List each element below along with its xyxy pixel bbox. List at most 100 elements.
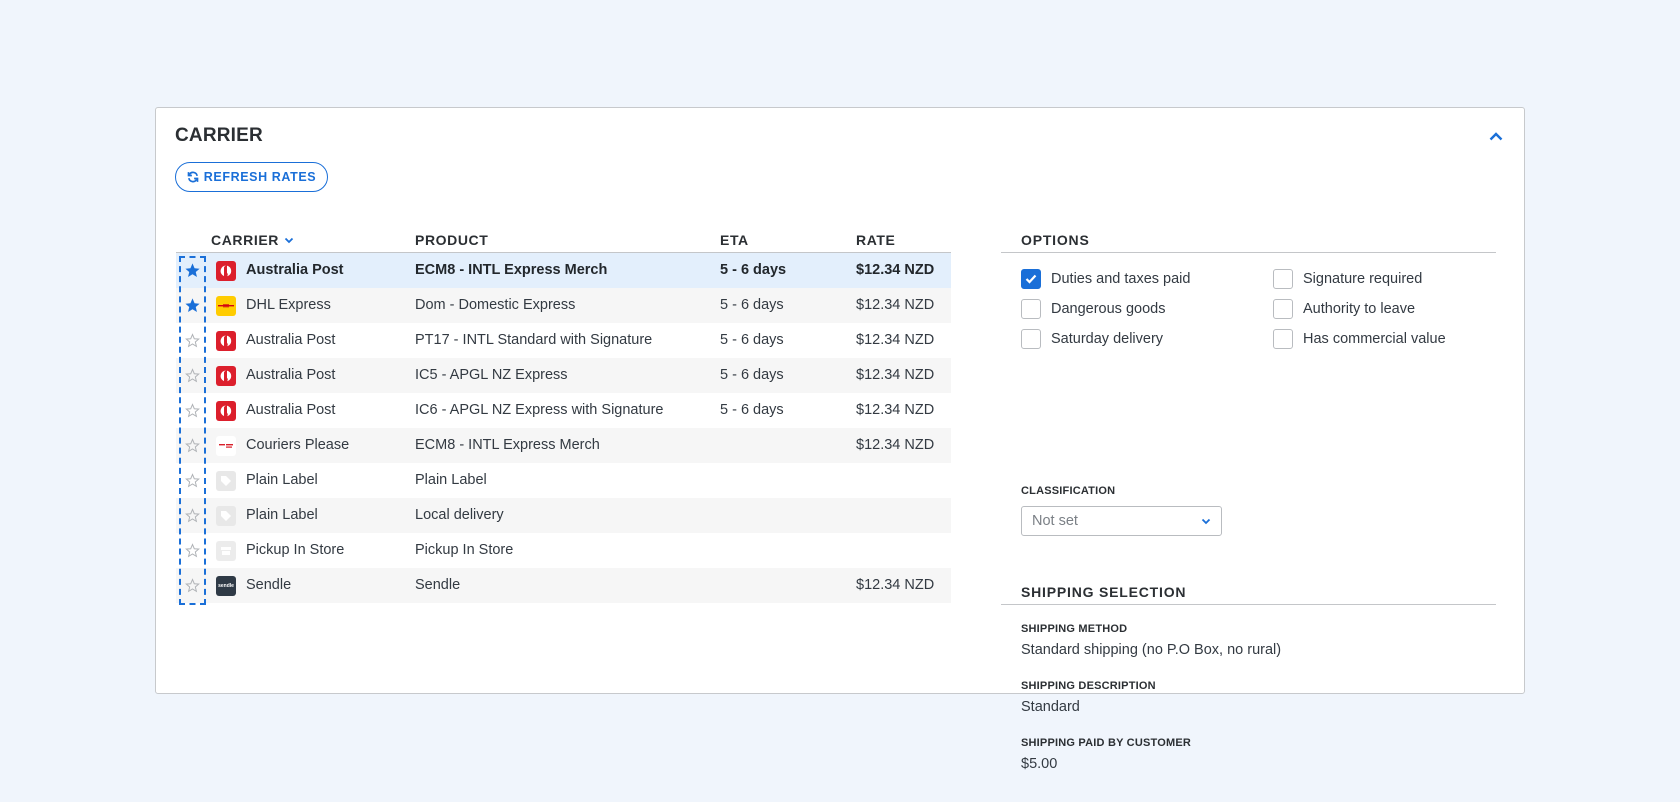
shipping-method-value: Standard shipping (no P.O Box, no rural)	[1021, 642, 1282, 658]
table-row[interactable]: Couriers Please ECM8 - INTL Express Merch…	[176, 428, 951, 463]
checkbox-unchecked-icon[interactable]	[1273, 329, 1293, 349]
table-row[interactable]: Plain Label Local delivery	[176, 498, 951, 533]
checkbox-checked-icon[interactable]	[1021, 269, 1041, 289]
chevron-down-icon	[1201, 518, 1211, 524]
refresh-rates-label: REFRESH RATES	[203, 170, 317, 184]
carrier-name: Australia Post	[246, 367, 336, 383]
australia-post-logo-icon	[216, 366, 236, 386]
shipping-description-label: SHIPPING DESCRIPTION	[1021, 680, 1156, 692]
classification-select[interactable]: Not set	[1021, 506, 1222, 536]
star-filled-icon[interactable]	[184, 262, 201, 279]
chevron-up-icon	[1489, 131, 1503, 140]
table-row[interactable]: Plain Label Plain Label	[176, 463, 951, 498]
option-label: Signature required	[1303, 271, 1423, 287]
column-header-carrier-label: CARRIER	[211, 232, 279, 248]
checkbox-unchecked-icon[interactable]	[1021, 329, 1041, 349]
option-label: Saturday delivery	[1051, 331, 1164, 347]
eta-value: 5 - 6 days	[720, 367, 784, 383]
product-name: Dom - Domestic Express	[415, 297, 576, 313]
card-title: CARRIER	[175, 125, 263, 146]
star-outline-icon[interactable]	[184, 402, 201, 419]
shipping-selection-title: SHIPPING SELECTION	[1021, 584, 1187, 600]
table-row[interactable]: Australia Post IC6 - APGL NZ Express with…	[176, 393, 951, 428]
table-row[interactable]: sendle Sendle Sendle $12.34 NZD	[176, 568, 951, 603]
shipping-method-label: SHIPPING METHOD	[1021, 623, 1128, 635]
shipping-description-value: Standard	[1021, 699, 1080, 715]
couriers-please-logo-icon	[216, 436, 236, 456]
shipping-selection-heading: SHIPPING SELECTION	[1001, 572, 1496, 605]
classification-value: Not set	[1032, 513, 1078, 529]
shipping-paid-label: SHIPPING PAID BY CUSTOMER	[1021, 737, 1192, 749]
checkbox-unchecked-icon[interactable]	[1273, 269, 1293, 289]
checkbox-unchecked-icon[interactable]	[1273, 299, 1293, 319]
carrier-name: Couriers Please	[246, 437, 350, 453]
table-header: CARRIER PRODUCT ETA RATE	[176, 220, 951, 253]
shipping-paid-field: SHIPPING PAID BY CUSTOMER $5.00	[1021, 737, 1191, 772]
option-checkbox-signature-required[interactable]: Signature required	[1273, 269, 1422, 289]
dhl-logo-icon	[216, 296, 236, 316]
option-checkbox-authority-to-leave[interactable]: Authority to leave	[1273, 299, 1415, 319]
australia-post-logo-icon	[216, 261, 236, 281]
product-name: ECM8 - INTL Express Merch	[415, 262, 608, 278]
options-title: OPTIONS	[1021, 232, 1090, 248]
refresh-rates-button[interactable]: REFRESH RATES	[175, 162, 328, 192]
eta-value: 5 - 6 days	[720, 332, 784, 348]
carrier-name: Plain Label	[246, 507, 318, 523]
column-header-carrier[interactable]: CARRIER	[211, 232, 294, 248]
option-checkbox-has-commercial-value[interactable]: Has commercial value	[1273, 329, 1446, 349]
star-outline-icon[interactable]	[184, 367, 201, 384]
product-name: Pickup In Store	[415, 542, 514, 558]
option-label: Authority to leave	[1303, 301, 1416, 317]
collapse-button[interactable]	[1486, 126, 1506, 146]
star-outline-icon[interactable]	[184, 332, 201, 349]
rate-value: $12.34 NZD	[856, 262, 935, 278]
refresh-icon	[187, 171, 199, 183]
column-header-product: PRODUCT	[415, 232, 489, 248]
rate-value: $12.34 NZD	[856, 437, 935, 453]
shipping-method-field: SHIPPING METHOD Standard shipping (no P.…	[1021, 623, 1281, 658]
star-outline-icon[interactable]	[184, 437, 201, 454]
carrier-name: DHL Express	[246, 297, 331, 313]
options-checkbox-grid: Duties and taxes paid Dangerous goods Satu…	[1001, 253, 1496, 353]
eta-value: 5 - 6 days	[720, 262, 787, 278]
option-checkbox-dangerous-goods[interactable]: Dangerous goods	[1021, 299, 1165, 319]
options-heading: OPTIONS	[1001, 220, 1496, 253]
australia-post-logo-icon	[216, 331, 236, 351]
rate-value: $12.34 NZD	[856, 577, 935, 593]
shipping-paid-value: $5.00	[1021, 756, 1058, 772]
option-checkbox-duties-and-taxes-paid[interactable]: Duties and taxes paid	[1021, 269, 1190, 289]
carrier-name: Pickup In Store	[246, 542, 345, 558]
star-outline-icon[interactable]	[184, 472, 201, 489]
product-name: Plain Label	[415, 472, 487, 488]
eta-value: 5 - 6 days	[720, 402, 784, 418]
star-filled-icon[interactable]	[184, 297, 201, 314]
checkbox-unchecked-icon[interactable]	[1021, 299, 1041, 319]
star-outline-icon[interactable]	[184, 577, 201, 594]
product-name: Sendle	[415, 577, 461, 593]
product-name: Local delivery	[415, 507, 504, 523]
shipping-description-field: SHIPPING DESCRIPTION Standard	[1021, 680, 1156, 715]
carrier-name: Australia Post	[246, 402, 336, 418]
carrier-name: Sendle	[246, 577, 292, 593]
product-name: ECM8 - INTL Express Merch	[415, 437, 600, 453]
table-body: Australia Post ECM8 - INTL Express Merch 5…	[176, 253, 951, 603]
sendle-logo-icon: sendle	[216, 576, 236, 596]
carrier-name: Australia Post	[246, 262, 344, 278]
table-row[interactable]: Australia Post PT17 - INTL Standard with …	[176, 323, 951, 358]
table-row[interactable]: Pickup In Store Pickup In Store	[176, 533, 951, 568]
chevron-down-icon	[284, 237, 294, 243]
table-row[interactable]: Australia Post IC5 - APGL NZ Express 5 - 6…	[176, 358, 951, 393]
table-row[interactable]: DHL Express Dom - Domestic Express 5 - 6 d…	[176, 288, 951, 323]
options-panel: OPTIONS Duties and taxes paid Dangerous g…	[1001, 220, 1496, 772]
carrier-name: Australia Post	[246, 332, 336, 348]
column-header-eta: ETA	[720, 232, 749, 248]
star-outline-icon[interactable]	[184, 507, 201, 524]
eta-value: 5 - 6 days	[720, 297, 784, 313]
table-row[interactable]: Australia Post ECM8 - INTL Express Merch 5…	[176, 253, 951, 288]
column-header-rate: RATE	[856, 232, 896, 248]
star-outline-icon[interactable]	[184, 542, 201, 559]
product-name: PT17 - INTL Standard with Signature	[415, 332, 653, 348]
rate-value: $12.34 NZD	[856, 332, 935, 348]
product-name: IC5 - APGL NZ Express	[415, 367, 568, 383]
option-checkbox-saturday-delivery[interactable]: Saturday delivery	[1021, 329, 1163, 349]
